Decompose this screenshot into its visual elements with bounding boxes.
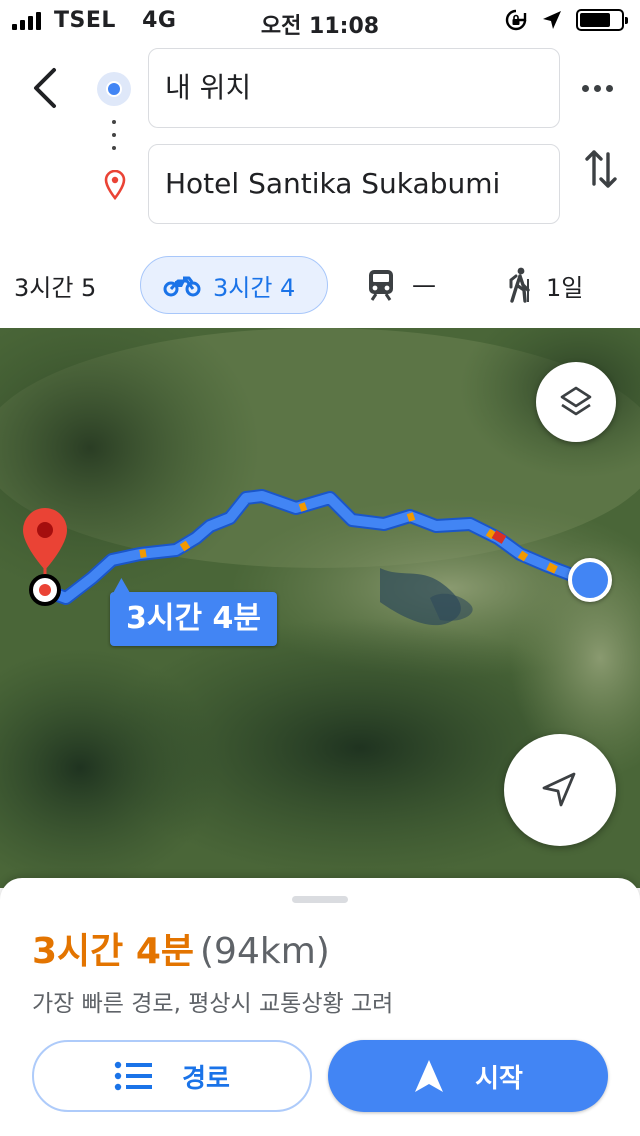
tab-transit[interactable]: —: [366, 256, 436, 314]
swap-button[interactable]: [584, 146, 618, 192]
route-distance: (94km): [200, 931, 330, 972]
route-summary-sheet: 3시간 4분 (94km) 가장 빠른 경로, 평상시 교통상황 고려 경로 시작: [0, 878, 640, 1136]
destination-input[interactable]: Hotel Santika Sukabumi: [148, 144, 560, 224]
current-location-marker: [568, 558, 612, 602]
list-icon: [114, 1061, 153, 1091]
destination-pin-icon: [104, 169, 126, 204]
network-type: 4G: [142, 8, 177, 33]
walk-duration: 1일: [546, 273, 584, 302]
hiking-icon: [509, 267, 530, 303]
tab-walk[interactable]: 1일: [506, 256, 583, 314]
status-bar: TSEL 4G 오전 11:08: [0, 0, 640, 40]
navigation-arrow-icon: [542, 772, 576, 807]
tab-motorcycle[interactable]: 3시간 4: [140, 256, 328, 314]
car-duration: 3시간 5: [14, 273, 97, 302]
carrier-network: TSEL 4G: [54, 8, 176, 33]
signal-strength-icon: [12, 12, 41, 30]
travel-mode-tabs: 3시간 5 3시간 4 — 1일: [0, 250, 640, 320]
origin-dot-icon: [97, 72, 131, 106]
steps-button[interactable]: 경로: [32, 1040, 312, 1112]
layers-icon: [560, 386, 592, 416]
tab-car[interactable]: 3시간 5: [14, 256, 96, 314]
battery-icon: [576, 9, 628, 31]
location-services-icon: [543, 11, 561, 29]
motorcycle-duration: 3시간 4: [213, 273, 296, 302]
directions-header: 내 위치 Hotel Santika Sukabumi: [0, 40, 640, 240]
map-view[interactable]: 3시간 4분: [0, 328, 640, 888]
destination-marker-icon[interactable]: [20, 506, 70, 610]
swap-arrows-icon: [585, 150, 617, 188]
back-arrow-icon: [34, 68, 56, 108]
rotation-lock-icon: [505, 9, 527, 31]
sheet-drag-handle[interactable]: [292, 896, 348, 903]
more-options-button[interactable]: [582, 78, 620, 98]
origin-input[interactable]: 내 위치: [148, 48, 560, 128]
route-duration: 3시간 4분: [32, 931, 194, 972]
route-dots-icon: [112, 120, 116, 159]
route-description: 가장 빠른 경로, 평상시 교통상황 고려: [32, 991, 394, 1017]
start-label: 시작: [475, 1063, 523, 1094]
navigation-icon: [415, 1060, 444, 1092]
start-button[interactable]: 시작: [328, 1040, 608, 1112]
map-layers-button[interactable]: [536, 362, 616, 442]
motorcycle-icon: [163, 276, 201, 297]
route-summary: 3시간 4분 (94km): [32, 922, 330, 974]
my-location-button[interactable]: [504, 734, 616, 846]
carrier-name: TSEL: [54, 8, 116, 33]
steps-label: 경로: [182, 1063, 230, 1094]
transit-duration: —: [412, 271, 436, 299]
route-duration-label[interactable]: 3시간 4분: [110, 592, 277, 646]
back-button[interactable]: [26, 66, 66, 110]
train-icon: [369, 270, 393, 301]
